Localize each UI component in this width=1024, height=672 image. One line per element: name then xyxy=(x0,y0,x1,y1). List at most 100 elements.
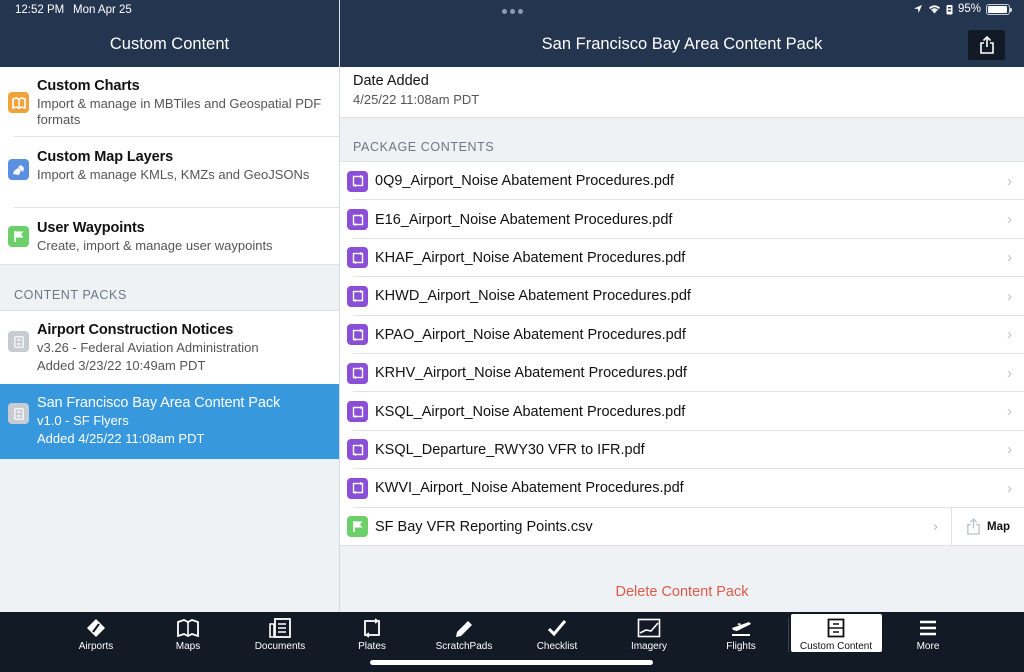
share-icon xyxy=(979,36,994,54)
file-list: 0Q9_Airport_Noise Abatement Procedures.p… xyxy=(340,162,1024,546)
status-bar: 12:52 PM Mon Apr 25 95% xyxy=(0,0,1024,22)
chevron-right-icon: › xyxy=(933,518,938,536)
detail-header: San Francisco Bay Area Content Pack xyxy=(340,22,1024,67)
cabinet-icon xyxy=(827,617,845,639)
share-button[interactable] xyxy=(968,30,1005,60)
detail-title: San Francisco Bay Area Content Pack xyxy=(541,35,823,53)
content-pack-version: v3.26 - Federal Aviation Administration xyxy=(37,340,259,355)
tab-scratchpads[interactable]: ScratchPads xyxy=(419,614,509,652)
tab-imagery[interactable]: Imagery xyxy=(604,614,694,652)
content-pack-date: Added 4/25/22 11:08am PDT xyxy=(37,431,205,446)
location-arrow-icon xyxy=(913,5,922,13)
custom-charts-title: Custom Charts xyxy=(37,78,140,94)
plate-icon xyxy=(347,209,368,231)
tab-label: ScratchPads xyxy=(435,641,493,652)
left-pane: Custom Charts Import & manage in MBTiles… xyxy=(0,67,339,612)
content-pack-date: Added 3/23/22 10:49am PDT xyxy=(37,358,206,373)
tab-documents[interactable]: Documents xyxy=(235,614,325,652)
content-pack-item-selected[interactable]: San Francisco Bay Area Content Pack v1.0… xyxy=(0,384,339,459)
user-waypoints-subtitle: Create, import & manage user waypoints xyxy=(37,238,273,253)
maps-icon xyxy=(177,617,199,639)
tab-label: Flights xyxy=(726,641,756,652)
file-row[interactable]: KSQL_Airport_Noise Abatement Procedures.… xyxy=(340,392,1024,431)
date-added-label: Date Added xyxy=(353,73,429,89)
content-pack-icon xyxy=(8,331,29,352)
chevron-right-icon: › xyxy=(1007,326,1012,344)
file-row[interactable]: KPAO_Airport_Noise Abatement Procedures.… xyxy=(340,315,1024,354)
chevron-right-icon: › xyxy=(1007,211,1012,229)
tab-more[interactable]: More xyxy=(883,614,973,652)
file-row[interactable]: KHAF_Airport_Noise Abatement Procedures.… xyxy=(340,238,1024,278)
tab-label: Custom Content xyxy=(799,641,873,652)
file-row[interactable]: 0Q9_Airport_Noise Abatement Procedures.p… xyxy=(340,162,1024,201)
tab-checklist[interactable]: Checklist xyxy=(512,614,602,652)
plate-icon xyxy=(347,362,368,384)
flag-icon xyxy=(347,516,368,538)
tab-plates[interactable]: Plates xyxy=(327,614,417,652)
content-pack-version: v1.0 - SF Flyers xyxy=(37,413,129,428)
chevron-right-icon: › xyxy=(1007,172,1012,190)
file-name: KRHV_Airport_Noise Abatement Procedures.… xyxy=(375,365,687,382)
delete-content-pack-button[interactable]: Delete Content Pack xyxy=(340,584,1024,600)
content-pack-icon xyxy=(8,403,29,424)
chevron-right-icon: › xyxy=(1007,441,1012,459)
file-row[interactable]: KRHV_Airport_Noise Abatement Procedures.… xyxy=(340,353,1024,393)
plate-icon xyxy=(347,477,368,499)
map-book-icon xyxy=(8,92,29,113)
airport-icon xyxy=(86,617,106,639)
file-row[interactable]: KHWD_Airport_Noise Abatement Procedures.… xyxy=(340,277,1024,316)
user-waypoints-title: User Waypoints xyxy=(37,220,145,236)
detail-pane: Date Added 4/25/22 11:08am PDT PACKAGE C… xyxy=(340,67,1024,612)
chevron-right-icon: › xyxy=(1007,364,1012,382)
charging-lock-icon xyxy=(946,4,953,14)
map-button[interactable]: Map xyxy=(951,507,1024,546)
home-indicator[interactable] xyxy=(370,660,653,665)
chevron-right-icon: › xyxy=(1007,287,1012,305)
tab-label: Documents xyxy=(254,641,306,652)
date-added-value: 4/25/22 11:08am PDT xyxy=(353,92,480,107)
custom-map-layers-subtitle: Import & manage KMLs, KMZs and GeoJSONs xyxy=(37,167,310,182)
custom-charts-item[interactable]: Custom Charts Import & manage in MBTiles… xyxy=(0,67,339,137)
plate-icon xyxy=(347,285,368,307)
tab-flights[interactable]: Flights xyxy=(696,614,786,652)
file-row[interactable]: SF Bay VFR Reporting Points.csv › Map xyxy=(340,507,1024,546)
user-waypoints-item[interactable]: User Waypoints Create, import & manage u… xyxy=(0,208,339,264)
chevron-right-icon: › xyxy=(1007,249,1012,267)
tab-airports[interactable]: Airports xyxy=(51,614,141,652)
file-name: E16_Airport_Noise Abatement Procedures.p… xyxy=(375,211,673,228)
tab-label: Checklist xyxy=(536,641,578,652)
tab-custom-content[interactable]: Custom Content xyxy=(790,614,882,652)
plate-icon xyxy=(347,401,368,423)
file-name: KWVI_Airport_Noise Abatement Procedures.… xyxy=(375,480,684,497)
battery-icon xyxy=(986,3,1012,15)
plate-icon xyxy=(347,170,368,192)
file-name: KSQL_Departure_RWY30 VFR to IFR.pdf xyxy=(375,441,645,458)
share-icon xyxy=(967,518,980,535)
package-contents-header: PACKAGE CONTENTS xyxy=(340,118,1024,162)
file-row[interactable]: E16_Airport_Noise Abatement Procedures.p… xyxy=(340,200,1024,239)
multitasking-dots-icon[interactable] xyxy=(502,9,523,14)
custom-charts-subtitle: Import & manage in MBTiles and Geospatia… xyxy=(37,96,322,127)
tab-label: More xyxy=(916,641,940,652)
date-added-section: Date Added 4/25/22 11:08am PDT xyxy=(340,67,1024,118)
tab-maps[interactable]: Maps xyxy=(143,614,233,652)
status-indicators: 95% xyxy=(913,3,1012,15)
file-row[interactable]: KSQL_Departure_RWY30 VFR to IFR.pdf › xyxy=(340,430,1024,470)
plate-icon xyxy=(347,439,368,461)
battery-percent: 95% xyxy=(957,3,981,15)
content-pack-item[interactable]: Airport Construction Notices v3.26 - Fed… xyxy=(0,311,339,384)
pencil-icon xyxy=(453,617,475,639)
tab-label: Maps xyxy=(175,641,201,652)
plates-icon xyxy=(362,617,382,639)
map-button-label: Map xyxy=(987,520,1010,533)
custom-map-layers-item[interactable]: Custom Map Layers Import & manage KMLs, … xyxy=(0,137,339,208)
file-row[interactable]: KWVI_Airport_Noise Abatement Procedures.… xyxy=(340,469,1024,508)
tab-label: Plates xyxy=(358,641,386,652)
content-pack-title: Airport Construction Notices xyxy=(37,322,234,338)
file-name: KHAF_Airport_Noise Abatement Procedures.… xyxy=(375,249,686,266)
wifi-icon xyxy=(928,5,940,14)
plane-departure-icon xyxy=(729,617,753,639)
tab-label: Imagery xyxy=(630,641,668,652)
checkmark-icon xyxy=(547,617,567,639)
chevron-right-icon: › xyxy=(1007,479,1012,497)
